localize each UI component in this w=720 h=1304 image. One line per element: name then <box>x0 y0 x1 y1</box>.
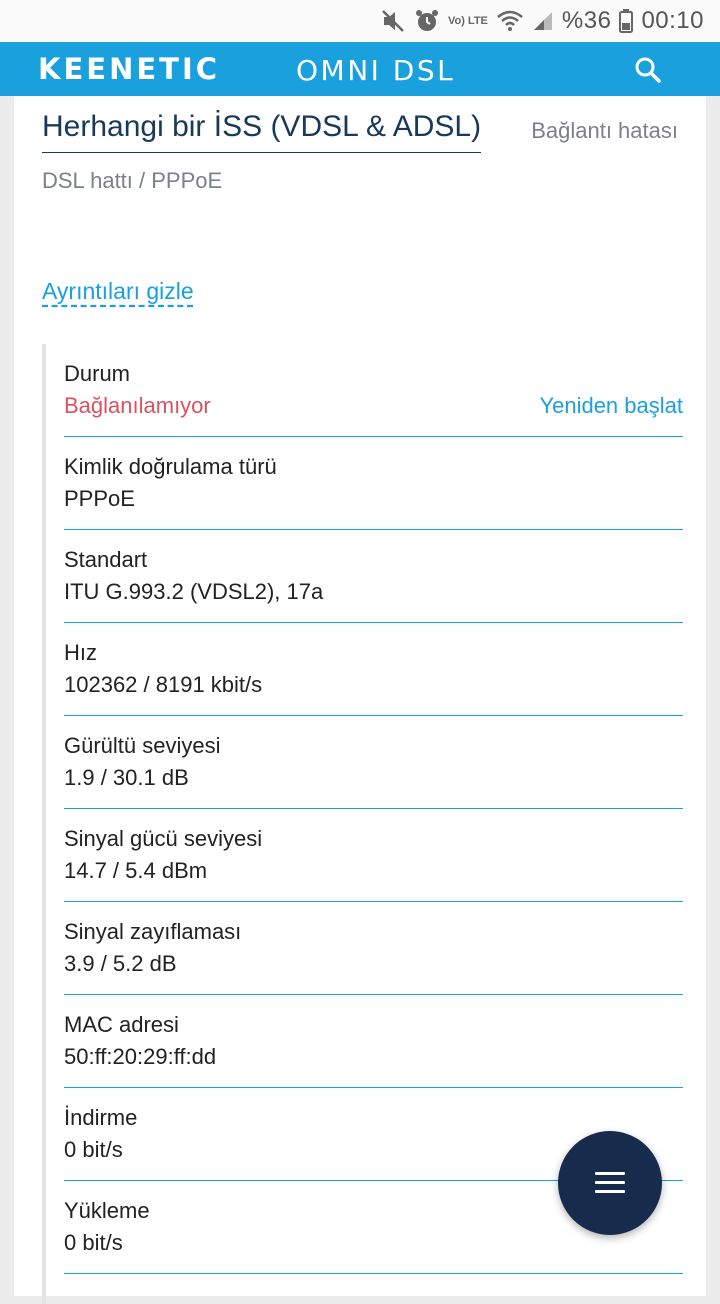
detail-row-signal-power: Sinyal gücü seviyesi 14.7 / 5.4 dBm <box>64 809 683 902</box>
app-bar: KEENETIC OMNI DSL <box>0 42 720 96</box>
wifi-icon <box>496 7 524 35</box>
detail-value-status: Bağlanılamıyor <box>64 393 211 418</box>
detail-row-noise: Gürültü seviyesi 1.9 / 30.1 dB <box>64 716 683 809</box>
detail-label: Kimlik doğrulama türü <box>64 454 277 479</box>
detail-label: Standart <box>64 547 148 572</box>
connection-title[interactable]: Herhangi bir İSS (VDSL & ADSL) <box>42 110 482 153</box>
detail-label: Gürültü seviyesi <box>64 733 221 758</box>
model-name: OMNI DSL <box>296 54 456 87</box>
detail-value: 3.9 / 5.2 dB <box>64 951 177 976</box>
detail-label: Hız <box>64 640 97 665</box>
detail-row-mac: MAC adresi 50:ff:20:29:ff:dd <box>64 995 683 1088</box>
detail-row-status: Durum Bağlanılamıyor Yeniden başlat <box>64 344 683 437</box>
detail-row-speed: Hız 102362 / 8191 kbit/s <box>64 623 683 716</box>
detail-value: 50:ff:20:29:ff:dd <box>64 1044 217 1069</box>
detail-label: Durum <box>64 361 131 386</box>
detail-value: ITU G.993.2 (VDSL2), 17a <box>64 579 324 604</box>
detail-label: Yükleme <box>64 1198 150 1223</box>
mute-icon <box>380 7 406 35</box>
signal-icon <box>532 7 554 35</box>
detail-value: 0 bit/s <box>64 1230 123 1255</box>
detail-value: 0 bit/s <box>64 1137 123 1162</box>
detail-value: 102362 / 8191 kbit/s <box>64 672 263 697</box>
detail-value: 14.7 / 5.4 dBm <box>64 858 208 883</box>
clock: 00:10 <box>641 7 704 34</box>
restart-link[interactable]: Yeniden başlat <box>539 393 683 419</box>
detail-value: 1.9 / 30.1 dB <box>64 765 189 790</box>
detail-label: İndirme <box>64 1105 138 1130</box>
search-icon <box>635 57 661 83</box>
menu-icon <box>595 1172 625 1194</box>
connection-subtitle: DSL hattı / PPPoE <box>42 168 223 193</box>
detail-row-auth-type: Kimlik doğrulama türü PPPoE <box>64 437 683 530</box>
status-bar: Vo) LTE %36 00:10 <box>0 0 720 42</box>
battery-percent: %36 <box>561 7 612 34</box>
detail-row-standard: Standart ITU G.993.2 (VDSL2), 17a <box>64 530 683 623</box>
search-button[interactable] <box>632 54 664 86</box>
battery-icon <box>619 7 634 35</box>
hide-details-link[interactable]: Ayrıntıları gizle <box>42 278 194 305</box>
volte-icon: Vo) LTE <box>447 14 488 27</box>
connection-card: Herhangi bir İSS (VDSL & ADSL) Bağlantı … <box>14 96 706 1304</box>
menu-button[interactable] <box>558 1131 662 1235</box>
connection-status: Bağlantı hatası <box>531 118 678 143</box>
brand-logo[interactable]: KEENETIC <box>38 52 220 86</box>
detail-value: PPPoE <box>64 486 135 511</box>
detail-label: MAC adresi <box>64 1012 179 1037</box>
alarm-icon <box>414 7 440 35</box>
detail-row-attenuation: Sinyal zayıflaması 3.9 / 5.2 dB <box>64 902 683 995</box>
detail-label: Sinyal zayıflaması <box>64 919 242 944</box>
detail-label: Sinyal gücü seviyesi <box>64 826 263 851</box>
